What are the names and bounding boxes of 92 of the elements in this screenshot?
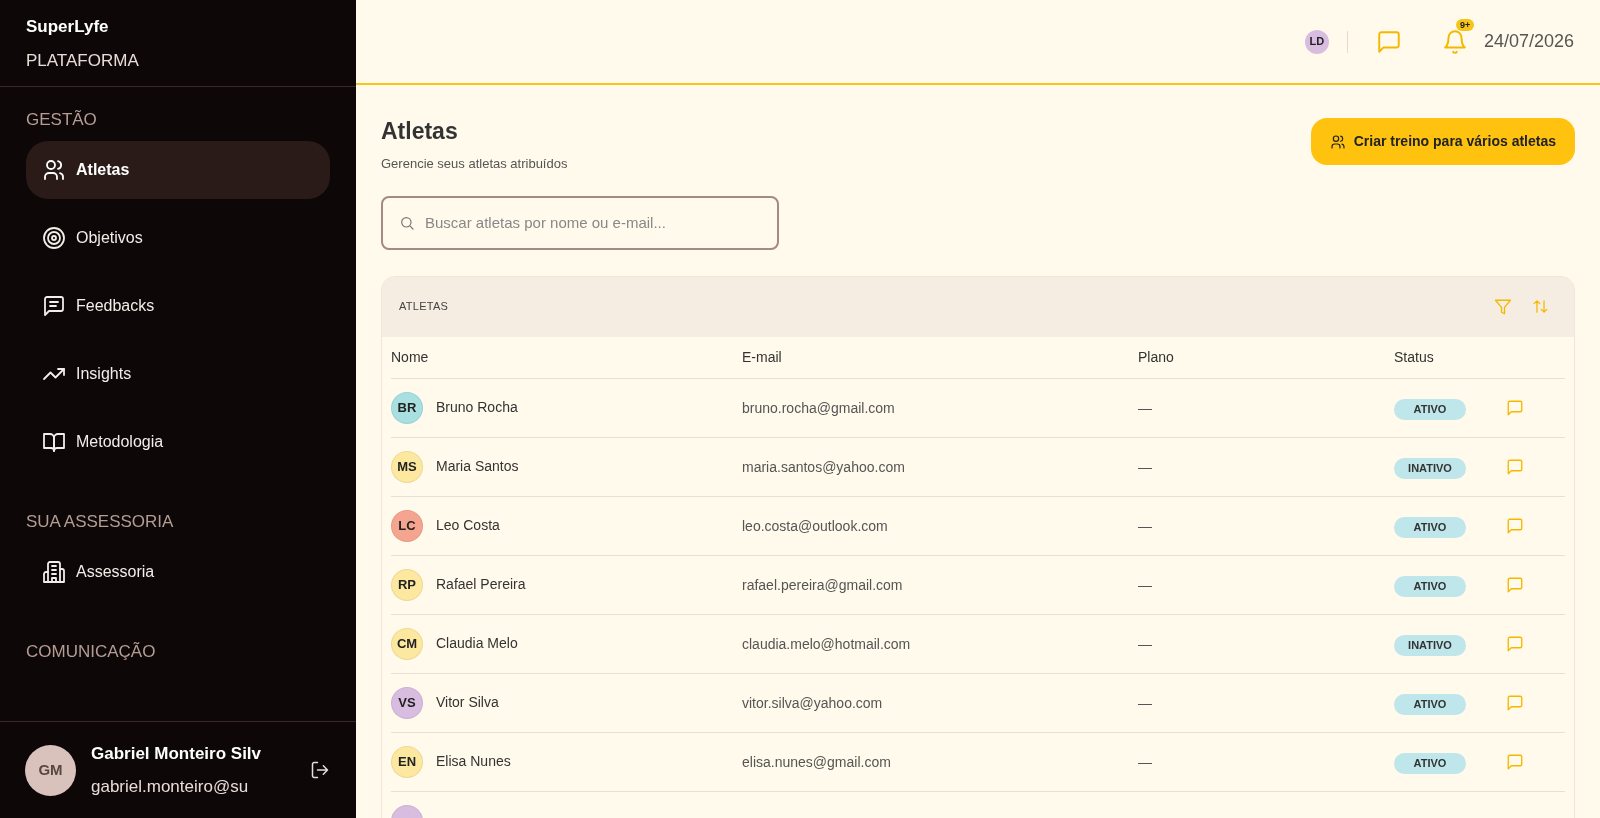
- brand-subtitle: PLATAFORMA: [26, 50, 140, 72]
- page-title: Atletas: [381, 117, 459, 145]
- chat-icon: [1375, 28, 1402, 55]
- bell-icon: [1441, 28, 1468, 55]
- plan-value: —: [1138, 399, 1152, 416]
- brand-name: SuperLyfe: [26, 16, 110, 38]
- athlete-name: Bruno Rocha: [436, 398, 518, 417]
- athlete-email: rafael.pereira@gmail.com: [742, 576, 903, 593]
- plan-value: —: [1138, 694, 1152, 711]
- user-avatar[interactable]: LD: [1304, 29, 1329, 54]
- nav-item[interactable]: Atletas: [26, 141, 330, 199]
- athlete-email: maria.santos@yahoo.com: [742, 458, 905, 475]
- filter-icon: [1494, 297, 1512, 316]
- status-badge: ATIVO: [1394, 693, 1466, 715]
- nav-item[interactable]: Metodologia: [26, 413, 330, 471]
- athlete-email: vitor.silva@yahoo.com: [742, 694, 883, 711]
- message-button[interactable]: [1506, 575, 1524, 594]
- logout-button[interactable]: [310, 760, 330, 780]
- plan-value: —: [1138, 753, 1152, 770]
- logout-icon: [310, 760, 330, 780]
- athlete-avatar: LC: [391, 509, 423, 542]
- current-date: 24/07/2026: [1483, 30, 1574, 53]
- section-title: SUA ASSESSORIA: [26, 511, 175, 533]
- athlete-name: Rafael Pereira: [436, 575, 526, 594]
- athlete-avatar: RP: [391, 568, 423, 601]
- plan-value: —: [1138, 458, 1152, 475]
- status-badge: ATIVO: [1394, 752, 1466, 774]
- plan-value: —: [1138, 576, 1152, 593]
- user-name: Gabriel Monteiro Silv: [91, 742, 263, 765]
- nav-item[interactable]: Feedbacks: [26, 277, 330, 335]
- message-button[interactable]: [1506, 634, 1524, 653]
- column-header: Plano: [1138, 349, 1174, 365]
- book-icon: [42, 430, 66, 454]
- message-button[interactable]: [1506, 752, 1524, 771]
- athlete-name: Leo Costa: [436, 516, 500, 535]
- athlete-avatar: EN: [391, 745, 423, 778]
- sort-button[interactable]: [1532, 297, 1549, 316]
- chat-icon: [1506, 457, 1524, 476]
- chat-icon: [1506, 634, 1524, 653]
- section-title: COMUNICAÇÃO: [26, 641, 157, 663]
- user-email: gabriel.monteiro@su: [91, 776, 250, 798]
- users-icon: [1329, 133, 1346, 150]
- users-icon: [42, 158, 66, 182]
- athlete-email: leo.costa@outlook.com: [742, 517, 888, 534]
- section-title: GESTÃO: [26, 109, 98, 131]
- athlete-name: Elisa Nunes: [436, 752, 511, 771]
- athlete-avatar: CM: [391, 627, 423, 660]
- notification-badge: 9+: [1455, 18, 1475, 31]
- athlete-avatar: VS: [391, 686, 423, 719]
- chat-icon: [1506, 693, 1524, 712]
- page-subtitle: Gerencie seus atletas atribuídos: [381, 155, 568, 173]
- table-title: ATLETAS: [399, 299, 449, 315]
- status-badge: INATIVO: [1394, 457, 1466, 479]
- status-badge: ATIVO: [1394, 575, 1466, 597]
- building-icon: [42, 560, 66, 584]
- athlete-email: elisa.nunes@gmail.com: [742, 753, 891, 770]
- filter-button[interactable]: [1494, 297, 1512, 316]
- message-button[interactable]: [1506, 457, 1524, 476]
- search-icon: [399, 214, 415, 231]
- plan-value: —: [1138, 635, 1152, 652]
- chat-icon: [1506, 398, 1524, 417]
- status-badge: ATIVO: [1394, 516, 1466, 538]
- athlete-avatar: BR: [391, 391, 423, 424]
- athlete-name: Claudia Melo: [436, 634, 518, 653]
- status-badge: ATIVO: [1394, 398, 1466, 420]
- column-header: Nome: [391, 349, 429, 365]
- message-lines-icon: [42, 294, 66, 318]
- chat-icon: [1506, 752, 1524, 771]
- athlete-email: claudia.melo@hotmail.com: [742, 635, 911, 652]
- messages-button[interactable]: [1375, 28, 1402, 55]
- column-header: Status: [1394, 349, 1434, 365]
- message-button[interactable]: [1506, 398, 1524, 417]
- sort-icon: [1532, 298, 1549, 315]
- message-button[interactable]: [1506, 693, 1524, 712]
- plan-value: —: [1138, 517, 1152, 534]
- notifications-button[interactable]: [1441, 28, 1468, 55]
- message-button[interactable]: [1506, 516, 1524, 535]
- nav-item[interactable]: Objetivos: [26, 209, 330, 267]
- nav-item[interactable]: Insights: [26, 345, 330, 403]
- athlete-email: bruno.rocha@gmail.com: [742, 399, 895, 416]
- athlete-name: Vitor Silva: [436, 693, 499, 712]
- athlete-name: Maria Santos: [436, 457, 519, 476]
- create-workout-button[interactable]: Criar treino para vários atletas: [1310, 118, 1575, 165]
- column-header: E-mail: [742, 349, 782, 365]
- chat-icon: [1506, 575, 1524, 594]
- chat-icon: [1506, 516, 1524, 535]
- status-badge: INATIVO: [1394, 634, 1466, 656]
- athlete-avatar: MS: [391, 450, 423, 483]
- search-field[interactable]: Buscar atletas por nome ou e-mail...: [381, 195, 779, 250]
- user-avatar: GM: [25, 744, 76, 796]
- target-icon: [42, 226, 66, 250]
- nav-item[interactable]: Assessoria: [26, 543, 330, 601]
